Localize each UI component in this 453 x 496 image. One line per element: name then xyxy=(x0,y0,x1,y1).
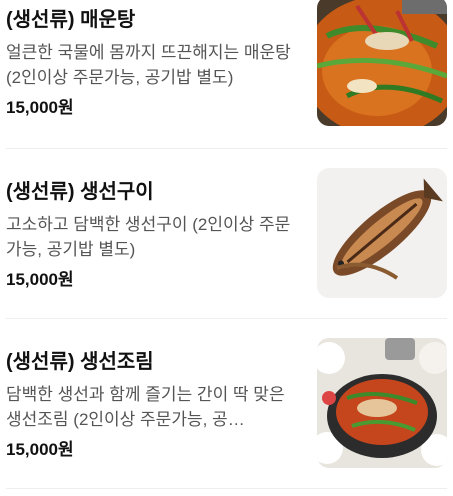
menu-item-price: 15,000원 xyxy=(6,270,74,289)
menu-item-name: (생선류) 생선구이 xyxy=(6,181,154,203)
divider xyxy=(6,488,447,489)
menu-item-price: 15,000원 xyxy=(6,440,74,459)
braised-fish-photo xyxy=(317,338,447,468)
menu-item-description: 담백한 생선과 함께 즐기는 간이 딱 맞은 생선조림 (2인이상 주문가능, … xyxy=(6,385,285,429)
menu-item-description: 고소하고 담백한 생선구이 (2인이상 주문가능, 공기밥 별도) xyxy=(6,215,291,259)
menu-item-maeuntang[interactable]: (생선류) 매운탕 얼큰한 국물에 몸까지 뜨끈해지는 매운탕 (2인이상 주문… xyxy=(0,0,453,128)
grilled-fish-photo xyxy=(317,168,447,298)
menu-item-braised-fish[interactable]: (생선류) 생선조림 담백한 생선과 함께 즐기는 간이 딱 맞은 생선조림 (… xyxy=(0,338,453,468)
divider xyxy=(6,148,447,149)
divider xyxy=(6,318,447,319)
menu-item-price: 15,000원 xyxy=(6,98,74,117)
menu-item-description: 얼큰한 국물에 몸까지 뜨끈해지는 매운탕 (2인이상 주문가능, 공기밥 별도… xyxy=(6,43,291,87)
menu-item-grilled-fish[interactable]: (생선류) 생선구이 고소하고 담백한 생선구이 (2인이상 주문가능, 공기밥… xyxy=(0,168,453,298)
menu-item-name: (생선류) 매운탕 xyxy=(6,9,136,31)
menu-item-name: (생선류) 생선조림 xyxy=(6,351,154,373)
spicy-fish-stew-photo xyxy=(317,0,447,126)
